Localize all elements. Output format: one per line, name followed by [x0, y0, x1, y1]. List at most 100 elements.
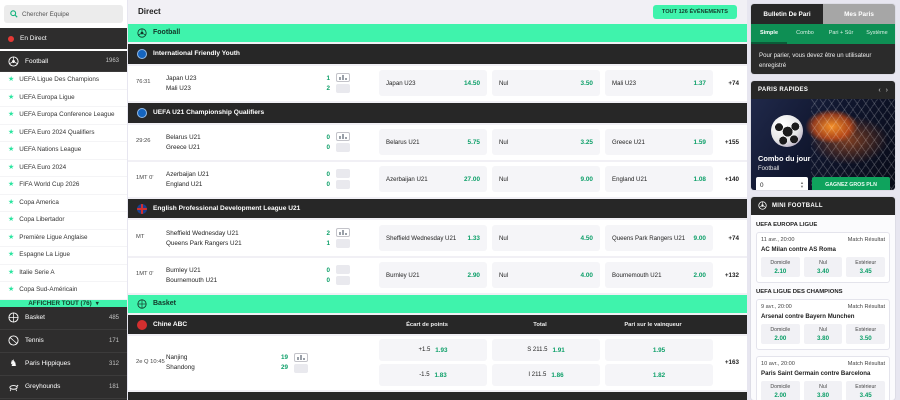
total-under-button[interactable]: I 211.5 1.86	[492, 364, 600, 387]
star-icon: ★	[8, 111, 15, 118]
sidebar-league-item[interactable]: ★ UEFA Nations League	[0, 142, 127, 160]
sidebar-league-item[interactable]: ★ UEFA Europa Ligue	[0, 90, 127, 107]
next-arrow-icon[interactable]: ›	[886, 87, 888, 94]
match-teams[interactable]: Nanjing Shandong	[166, 354, 276, 371]
odd-home-button[interactable]: Belarus U21 5.75	[379, 129, 487, 156]
mini-odd-away-button[interactable]: Extérieur 3.45	[846, 380, 886, 400]
stats-icon[interactable]	[335, 169, 351, 190]
winner-home-button[interactable]: 1.95	[605, 339, 713, 362]
sidebar-league-item[interactable]: ★ FIFA World Cup 2026	[0, 177, 127, 195]
odd-away-button[interactable]: England U21 1.08	[605, 166, 713, 193]
odd-away-button[interactable]: Greece U21 1.59	[605, 129, 713, 156]
stats-icon[interactable]	[293, 352, 309, 373]
league-header[interactable]: English Professional Development League …	[128, 198, 747, 219]
odd-away-button[interactable]: Queens Park Rangers U21 9.00	[605, 225, 713, 251]
stats-icon[interactable]	[335, 265, 351, 286]
more-markets-button[interactable]: +132	[713, 272, 739, 279]
odd-draw-button[interactable]: Nul 9.00	[492, 166, 600, 193]
mini-odd-home-button[interactable]: Domicile 2.00	[761, 380, 800, 400]
star-icon: ★	[8, 233, 15, 241]
sidebar-league-item[interactable]: ★ UEFA Ligue Des Champions	[0, 72, 127, 90]
odd-draw-button[interactable]: Nul 4.50	[492, 225, 600, 251]
odd-home-button[interactable]: Azerbaijan U21 27.00	[379, 166, 487, 193]
basket-section-header[interactable]: Basket	[128, 294, 747, 313]
sidebar-item-basket[interactable]: Basket 485	[0, 306, 127, 330]
odd-draw-button[interactable]: Nul 3.50	[492, 70, 600, 97]
odd-draw-button[interactable]: Nul 4.00	[492, 262, 600, 289]
match-odds: Burnley U21 2.90 Nul 4.00 Bournemouth U21 2…	[379, 262, 713, 289]
mini-odd-draw-button[interactable]: Nul 3.80	[803, 323, 843, 344]
stats-icon[interactable]	[335, 132, 351, 153]
sidebar-league-item[interactable]: ★ Italie Serie A	[0, 265, 127, 282]
subtab-pari-plus-sur[interactable]: Pari + Sûr	[823, 24, 859, 44]
league-header[interactable]: International Friendly Youth	[128, 43, 747, 64]
subtab-simple[interactable]: Simple	[751, 24, 787, 44]
sidebar-league-item[interactable]: ★ UEFA Europa Conference League	[0, 107, 127, 125]
sidebar-league-item[interactable]: ★ Espagne La Ligue	[0, 247, 127, 265]
sidebar-item-paris-hippiques[interactable]: ♞ Paris Hippiques 312	[0, 352, 127, 376]
subtab-combo[interactable]: Combo	[787, 24, 823, 44]
odd-draw-button[interactable]: Nul 3.25	[492, 129, 600, 156]
match-teams[interactable]: Azerbaijan U21 England U21	[166, 171, 318, 188]
more-markets-button[interactable]: +74	[713, 80, 739, 87]
odd-home-button[interactable]: Burnley U21 2.90	[379, 262, 487, 289]
prev-arrow-icon[interactable]: ‹	[878, 87, 880, 94]
sidebar-league-item[interactable]: ★ UEFA Euro 2024 Qualifiers	[0, 125, 127, 142]
match-score: 0 0	[326, 170, 330, 188]
mini-match-teams: Paris Saint Germain contre Barcelona	[761, 369, 871, 377]
promo-banner[interactable]: Combo du jour Football ▲▼ GAGNEZ GROS PL…	[751, 99, 895, 190]
betslip-subtabs: Simple Combo Pari + Sûr Système	[751, 24, 895, 44]
sidebar-league-item[interactable]: ★ UEFA Euro 2024	[0, 160, 127, 177]
odd-home-button[interactable]: Japan U23 14.50	[379, 70, 487, 97]
stats-icon[interactable]	[335, 228, 351, 248]
odd-away-button[interactable]: Mali U23 1.37	[605, 70, 713, 97]
sidebar-league-item[interactable]: ★ Copa Sud-Américain	[0, 282, 127, 300]
odd-home-button[interactable]: Sheffield Wednesday U21 1.33	[379, 225, 487, 251]
mini-odd-away-button[interactable]: Extérieur 3.50	[846, 323, 886, 344]
mini-odd-draw-button[interactable]: Nul 3.80	[803, 380, 843, 400]
sidebar-item-tennis[interactable]: Tennis 171	[0, 329, 127, 353]
match-teams[interactable]: Burnley U21 Bournemouth U21	[166, 267, 318, 284]
mini-odd-draw-button[interactable]: Nul 3.40	[803, 256, 843, 277]
stake-input[interactable]	[760, 181, 790, 189]
sidebar-league-item[interactable]: ★ Première Ligue Anglaise	[0, 230, 127, 247]
more-markets-button[interactable]: +74	[713, 235, 739, 242]
more-markets-button[interactable]: +155	[713, 139, 739, 146]
sidebar-league-item[interactable]: ★ Copa America	[0, 195, 127, 212]
tab-mes-paris[interactable]: Mes Paris	[823, 4, 895, 24]
sidebar-item-live[interactable]: En Direct	[0, 28, 127, 49]
tab-bulletin-de-pari[interactable]: Bulletin De Pari	[751, 4, 823, 24]
stats-icon[interactable]	[335, 73, 351, 94]
fireball-soccer-image	[771, 115, 804, 148]
search-box[interactable]	[4, 5, 123, 23]
mini-odd-home-button[interactable]: Domicile 2.10	[761, 256, 800, 277]
quick-bets-card: PARIS RAPIDES ‹ › Combo du jour Football…	[751, 81, 895, 190]
sidebar-item-football[interactable]: Football 1963	[0, 51, 127, 72]
more-markets-button[interactable]: +140	[713, 176, 739, 183]
football-section-header[interactable]: Football	[128, 23, 747, 42]
league-header[interactable]: Chine ABC Écart de points Total Pari sur…	[128, 314, 747, 335]
spread-under-button[interactable]: -1.5 1.83	[379, 364, 487, 387]
win-big-button[interactable]: GAGNEZ GROS PLN	[812, 177, 890, 190]
subtab-systeme[interactable]: Système	[859, 24, 895, 44]
mini-odd-away-button[interactable]: Extérieur 3.45	[846, 256, 886, 277]
winner-away-button[interactable]: 1.82	[605, 364, 713, 387]
match-teams[interactable]: Japan U23 Mali U23	[166, 75, 318, 92]
search-input[interactable]	[22, 10, 117, 18]
stake-input-box[interactable]: ▲▼	[756, 177, 808, 190]
odd-away-button[interactable]: Bournemouth U21 2.00	[605, 262, 713, 289]
star-icon: ★	[8, 268, 15, 276]
sidebar-league-item[interactable]: ★ Copa Libertador	[0, 212, 127, 230]
total-over-button[interactable]: S 211.5 1.91	[492, 339, 600, 362]
match-teams[interactable]: Belarus U21 Greece U21	[166, 134, 318, 151]
league-header[interactable]: UEFA U21 Championship Qualifiers	[128, 102, 747, 123]
match-score: 1 2	[326, 74, 330, 92]
sidebar-item-greyhounds[interactable]: Greyhounds 181	[0, 375, 127, 399]
match-teams[interactable]: Sheffield Wednesday U21 Queens Park Rang…	[166, 230, 318, 247]
mini-odd-home-button[interactable]: Domicile 2.00	[761, 323, 800, 344]
spread-over-button[interactable]: +1.5 1.93	[379, 339, 487, 362]
more-markets-button[interactable]: +163	[713, 359, 739, 366]
show-all-button[interactable]: AFFICHER TOUT (76) ▾	[0, 299, 127, 307]
stepper-icon[interactable]: ▲ ▼	[800, 181, 804, 189]
all-events-button[interactable]: TOUT 126 ÉVÉNEMENTS	[652, 4, 737, 19]
